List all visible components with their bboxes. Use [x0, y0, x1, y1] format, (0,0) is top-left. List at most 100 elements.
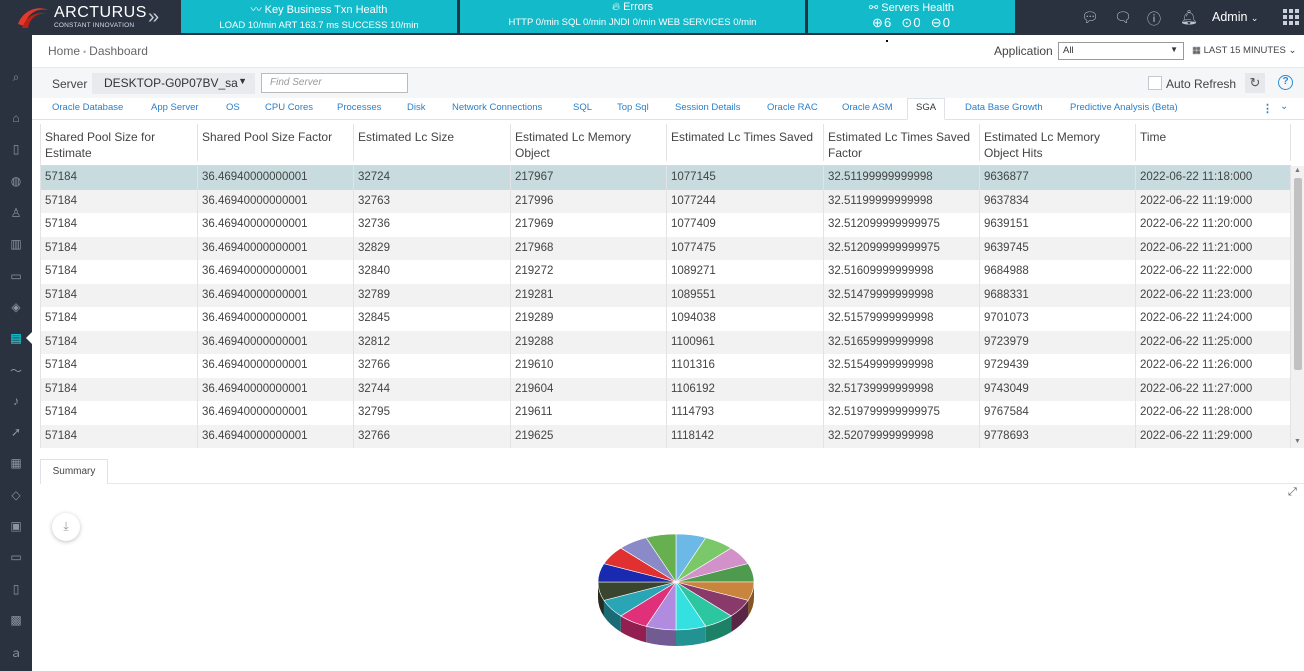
errors-title: Errors — [623, 1, 654, 13]
table-row[interactable]: 57184 36.46940000000001 32840 219272 1089271… — [41, 260, 1291, 284]
table-cell: 36.46940000000001 — [198, 354, 354, 378]
tab-oracle-database[interactable]: Oracle Database — [52, 102, 123, 113]
table-row[interactable]: 57184 36.46940000000001 32744 219604 1106192… — [41, 377, 1291, 401]
apps-grid-icon[interactable] — [1283, 9, 1299, 25]
table-row[interactable]: 57184 36.46940000000001 32795 219611 1114793… — [41, 401, 1291, 425]
folder-icon[interactable]: ▭ — [0, 269, 32, 283]
errors-panel[interactable]: 🔥︎ Errors HTTP 0/min SQL 0/min JNDI 0/mi… — [460, 0, 805, 33]
tab-top-sql[interactable]: Top Sql — [617, 102, 649, 113]
more-tabs-icon[interactable]: ⋮ — [1262, 102, 1273, 115]
home-icon[interactable]: ⌂ — [0, 111, 32, 125]
expand-icon[interactable]: ⤢ — [1288, 486, 1297, 499]
table-row[interactable]: 57184 36.46940000000001 32766 219610 1101316… — [41, 354, 1291, 378]
tab-cpu-cores[interactable]: CPU Cores — [265, 102, 313, 113]
dashboard-grid-icon[interactable]: ▩ — [0, 613, 32, 627]
column-header[interactable]: Estimated Lc Size — [354, 124, 511, 161]
tag-icon[interactable]: ◇ — [0, 488, 32, 502]
table-cell: 219611 — [511, 401, 667, 425]
tab-disk[interactable]: Disk — [407, 102, 425, 113]
tab-processes[interactable]: Processes — [337, 102, 381, 113]
tab-app-server[interactable]: App Server — [151, 102, 199, 113]
alert-bell-icon[interactable]: ♪ — [0, 394, 32, 408]
globe-icon[interactable]: ◍ — [0, 174, 32, 188]
table-row[interactable]: 57184 36.46940000000001 32845 219289 1094038… — [41, 307, 1291, 331]
table-cell: 219281 — [511, 283, 667, 307]
key-business-txn-health-panel[interactable]: 〰 Key Business Txn Health LOAD 10/min AR… — [181, 0, 457, 33]
find-server-input[interactable]: Find Server — [261, 73, 408, 93]
trend-line-icon[interactable]: 〜 — [0, 362, 32, 379]
layers-icon[interactable]: ◈ — [0, 300, 32, 314]
user-icon[interactable]: ♙ — [0, 206, 32, 220]
message-icon[interactable]: 🗨︎ — [1114, 9, 1132, 26]
refresh-icon[interactable]: ↻ — [1245, 73, 1265, 93]
breadcrumb-home[interactable]: Home — [48, 44, 80, 58]
chat-icon[interactable]: 💬︎ — [1081, 9, 1099, 26]
application-select[interactable]: All ▼ — [1058, 42, 1184, 60]
table-row[interactable]: 57184 36.46940000000001 32724 217967 1077145… — [41, 166, 1291, 190]
calendar-icon[interactable]: ▦ — [0, 456, 32, 470]
amazon-icon[interactable]: ａ — [0, 644, 32, 661]
expand-menu-icon[interactable]: » — [148, 6, 159, 29]
tab-session-details[interactable]: Session Details — [675, 102, 740, 113]
chevron-down-icon: ⌄ — [1288, 45, 1297, 56]
table-row[interactable]: 57184 36.46940000000001 32789 219281 1089551… — [41, 283, 1291, 307]
tab-summary[interactable]: Summary — [40, 459, 108, 484]
send-icon[interactable]: ➚ — [0, 425, 32, 439]
server-select[interactable]: DESKTOP-G0P07BV_sa ▼ — [92, 73, 255, 94]
document-icon[interactable]: ▯ — [0, 142, 32, 156]
user-menu[interactable]: Admin ⌄ — [1212, 10, 1258, 24]
tab-sga[interactable]: SGA — [907, 98, 946, 120]
table-cell: 36.46940000000001 — [198, 424, 354, 448]
time-range-select[interactable]: ▦ LAST 15 MINUTES ⌄ — [1192, 45, 1296, 56]
column-header[interactable]: Estimated Lc Memory Object Hits — [980, 124, 1136, 161]
tab-oracle-asm[interactable]: Oracle ASM — [842, 102, 893, 113]
tab-database-growth[interactable]: Data Base Growth — [965, 102, 1043, 113]
table-row[interactable]: 57184 36.46940000000001 32829 217968 1077475… — [41, 236, 1291, 260]
table-cell: 32724 — [354, 166, 511, 190]
column-header[interactable]: Shared Pool Size Factor — [198, 124, 354, 161]
bell-icon[interactable]: 🔔︎ — [1180, 9, 1198, 26]
help-icon[interactable]: ⓘ — [1147, 9, 1161, 29]
book-icon[interactable]: ▯ — [0, 582, 32, 596]
table-cell: 219272 — [511, 260, 667, 284]
scroll-thumb[interactable] — [1294, 178, 1302, 370]
table-cell: 9743049 — [980, 377, 1136, 401]
tab-network-connections[interactable]: Network Connections — [452, 102, 542, 113]
table-cell: 9729439 — [980, 354, 1136, 378]
help-circle-icon[interactable]: ? — [1278, 75, 1293, 90]
table-cell: 36.46940000000001 — [198, 189, 354, 213]
folder-open-icon[interactable]: ▭ — [0, 550, 32, 564]
table-cell: 1100961 — [667, 330, 824, 354]
column-header[interactable]: Shared Pool Size for Estimate — [41, 124, 198, 161]
servers-down-icon: ⊖ — [930, 15, 943, 30]
tab-sql[interactable]: SQL — [573, 102, 592, 113]
application-label: Application — [994, 44, 1053, 58]
briefcase-icon[interactable]: ▣ — [0, 519, 32, 533]
table-cell: 219610 — [511, 354, 667, 378]
column-header[interactable]: Estimated Lc Times Saved — [667, 124, 824, 161]
auto-refresh-checkbox[interactable] — [1148, 76, 1162, 90]
stray-dot — [886, 40, 888, 42]
tab-predictive-analysis[interactable]: Predictive Analysis (Beta) — [1070, 102, 1178, 113]
table-row[interactable]: 57184 36.46940000000001 32763 217996 1077244… — [41, 189, 1291, 213]
txn-health-title: Key Business Txn Health — [264, 4, 388, 16]
tab-oracle-rac[interactable]: Oracle RAC — [767, 102, 818, 113]
column-header[interactable]: Time — [1136, 124, 1291, 161]
table-cell: 2022-06-22 11:29:000 — [1136, 424, 1291, 448]
table-row[interactable]: 57184 36.46940000000001 32812 219288 1100961… — [41, 330, 1291, 354]
servers-health-panel[interactable]: ⚯ Servers Health ⊕6 ⊙0 ⊖0 — [808, 0, 1015, 33]
table-row[interactable]: 57184 36.46940000000001 32736 217969 1077409… — [41, 213, 1291, 237]
table-row[interactable]: 57184 36.46940000000001 32766 219625 1118142… — [41, 424, 1291, 448]
chevron-down-icon[interactable]: ⌄ — [1280, 101, 1288, 112]
scroll-down-icon[interactable]: ▼ — [1294, 438, 1301, 445]
summary-pie-chart — [597, 533, 755, 646]
column-header[interactable]: Estimated Lc Memory Object — [511, 124, 667, 161]
search-icon[interactable]: ⌕ — [0, 70, 32, 85]
scroll-up-icon[interactable]: ▲ — [1294, 167, 1301, 174]
brand-logo[interactable]: ARCTURUS CONSTANT INNOVATION — [16, 2, 146, 33]
tab-os[interactable]: OS — [226, 102, 240, 113]
map-icon[interactable]: ▥ — [0, 237, 32, 251]
column-header[interactable]: Estimated Lc Times Saved Factor — [824, 124, 980, 161]
table-scrollbar[interactable]: ▲ ▼ — [1291, 166, 1304, 448]
download-icon[interactable]: ⤓ — [52, 513, 80, 541]
